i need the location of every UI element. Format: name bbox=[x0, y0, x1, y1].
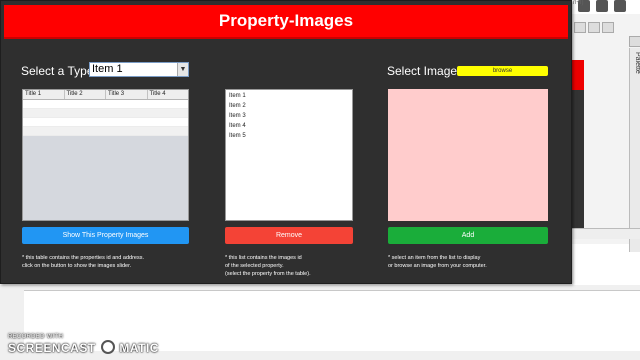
image-help-line: * select an item from the list to displa… bbox=[388, 255, 481, 261]
type-label: Select a Type: bbox=[21, 64, 97, 78]
table-column-header[interactable]: Title 2 bbox=[65, 90, 106, 99]
ide-tool-icon[interactable] bbox=[574, 22, 586, 33]
property-images-window: Property-Images Select a Type: Item 1 ▼ … bbox=[0, 0, 572, 284]
ide-preview-strip bbox=[570, 60, 584, 230]
table-help-text: * this table contains the properties id … bbox=[22, 254, 144, 270]
ide-tool-icon[interactable] bbox=[588, 22, 600, 33]
watermark-brand-right: MATIC bbox=[119, 341, 159, 355]
palette-tab[interactable]: Palette bbox=[629, 48, 640, 252]
table-help-line: click on the button to show the images s… bbox=[22, 263, 132, 269]
window-title: Property-Images bbox=[218, 11, 354, 30]
watermark-brand: SCREENCAST MATIC bbox=[8, 340, 159, 355]
ide-preview-red-block bbox=[570, 60, 584, 90]
ide-tab-icon[interactable] bbox=[614, 0, 626, 12]
table-column-header[interactable]: Title 3 bbox=[106, 90, 148, 99]
list-help-line: * this list contains the images id bbox=[225, 255, 302, 261]
properties-table[interactable]: Title 1 Title 2 Title 3 Title 4 bbox=[22, 89, 189, 221]
chevron-down-icon[interactable]: ▼ bbox=[177, 63, 188, 76]
table-row[interactable] bbox=[23, 118, 188, 127]
table-row[interactable] bbox=[23, 109, 188, 118]
add-button[interactable]: Add bbox=[388, 227, 548, 244]
ide-tool-icon[interactable] bbox=[629, 36, 640, 47]
list-help-line: of the selected property. bbox=[225, 263, 284, 269]
screencast-watermark: RECORDED WITH SCREENCAST MATIC bbox=[8, 334, 159, 355]
table-row[interactable] bbox=[23, 100, 188, 109]
list-item[interactable]: Item 4 bbox=[226, 121, 352, 131]
show-property-images-button[interactable]: Show This Property Images bbox=[22, 227, 189, 244]
table-help-line: * this table contains the properties id … bbox=[22, 255, 144, 261]
table-row[interactable] bbox=[23, 127, 188, 136]
list-item[interactable]: Item 3 bbox=[226, 111, 352, 121]
browse-button[interactable]: browse bbox=[457, 66, 548, 76]
image-help-text: * select an item from the list to displa… bbox=[388, 254, 487, 270]
image-preview bbox=[388, 89, 548, 221]
images-list[interactable]: Item 1 Item 2 Item 3 Item 4 Item 5 bbox=[225, 89, 353, 221]
ide-tool-icon[interactable] bbox=[602, 22, 614, 33]
table-column-header[interactable]: Title 1 bbox=[23, 90, 65, 99]
ide-bottom-toolbar bbox=[570, 228, 640, 239]
watermark-brand-left: SCREENCAST bbox=[8, 341, 96, 355]
type-select-value: Item 1 bbox=[92, 63, 123, 75]
list-item[interactable]: Item 5 bbox=[226, 131, 352, 141]
record-icon bbox=[100, 340, 115, 354]
type-select[interactable]: Item 1 ▼ bbox=[89, 62, 189, 77]
ide-tab-icon[interactable] bbox=[596, 0, 608, 12]
table-header: Title 1 Title 2 Title 3 Title 4 bbox=[23, 90, 188, 100]
list-help-line: (select the property from the table). bbox=[225, 271, 311, 277]
list-item[interactable]: Item 1 bbox=[226, 91, 352, 101]
title-bar: Property-Images bbox=[4, 5, 568, 39]
ide-shortcut-hint: rl+I) bbox=[573, 0, 584, 6]
remove-button[interactable]: Remove bbox=[225, 227, 353, 244]
list-item[interactable]: Item 2 bbox=[226, 101, 352, 111]
image-help-line: or browse an image from your computer. bbox=[388, 263, 487, 269]
select-image-label: Select Image: bbox=[387, 64, 461, 78]
list-help-text: * this list contains the images id of th… bbox=[225, 254, 311, 278]
table-column-header[interactable]: Title 4 bbox=[148, 90, 189, 99]
